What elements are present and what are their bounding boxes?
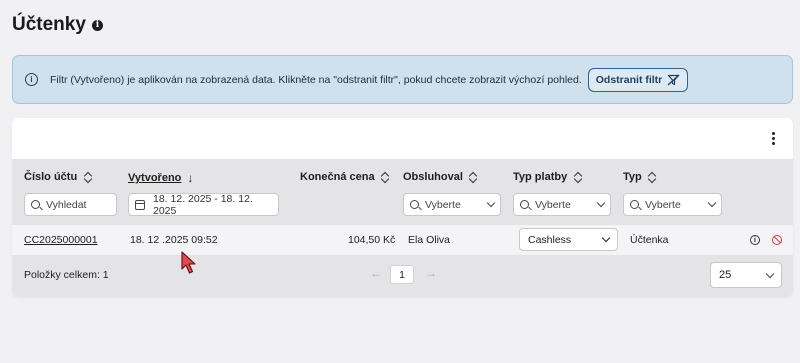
receipt-number-link[interactable]: CC2025000001 <box>24 234 98 246</box>
info-icon[interactable]: i <box>91 19 103 31</box>
column-type[interactable]: Typ <box>623 171 657 183</box>
final-price-cell: 104,50 Kč <box>348 234 396 246</box>
alert-text: Filtr (Vytvořeno) je aplikován na zobraz… <box>50 73 582 86</box>
created-cell: 18. 12 .2025 09:52 <box>130 234 218 246</box>
info-icon[interactable]: i <box>750 235 760 245</box>
chevron-down-icon <box>601 233 611 243</box>
search-icon <box>630 200 639 209</box>
sort-icon[interactable] <box>469 171 478 183</box>
receipt-search-input[interactable]: Vyhledat <box>24 193 117 216</box>
page-title: Účtenky <box>12 14 86 35</box>
table-row: CC2025000001 18. 12 .2025 09:52 104,50 K… <box>12 225 793 255</box>
column-final-price[interactable]: Konečná cena <box>300 171 390 183</box>
remove-filter-button[interactable]: Odstranit filtr <box>587 67 689 92</box>
calendar-icon <box>135 199 145 210</box>
remove-filter-label: Odstranit filtr <box>595 73 663 86</box>
page-size-select[interactable]: 25 <box>710 262 782 288</box>
more-vertical-icon[interactable] <box>772 132 775 145</box>
filter-off-icon <box>667 74 680 85</box>
sort-icon[interactable] <box>648 171 657 183</box>
sort-icon[interactable] <box>573 171 582 183</box>
chevron-down-icon <box>486 198 496 208</box>
receipts-card: Číslo účtu Vytvořeno ↓ Konečná cena Obsl… <box>12 118 793 297</box>
table-footer: Položky celkem: 1 ← 1 → 25 <box>12 255 793 297</box>
payment-type-select[interactable]: Vyberte <box>513 193 611 216</box>
sort-icon[interactable] <box>381 171 390 183</box>
served-by-select[interactable]: Vyberte <box>403 193 501 216</box>
chevron-down-icon <box>596 198 606 208</box>
total-items-label: Položky celkem: 1 <box>24 269 109 281</box>
block-icon[interactable] <box>772 235 782 245</box>
search-icon <box>520 200 529 209</box>
mouse-cursor-icon <box>181 251 196 274</box>
arrow-left-icon[interactable]: ← <box>370 266 382 280</box>
search-icon <box>410 200 419 209</box>
date-range-picker[interactable]: 18. 12. 2025 - 18. 12. 2025 <box>128 193 279 217</box>
type-select[interactable]: Vyberte <box>623 193 722 216</box>
page-button-current[interactable]: 1 <box>390 265 414 284</box>
column-receipt-number[interactable]: Číslo účtu <box>24 171 92 183</box>
chevron-down-icon <box>765 269 775 278</box>
column-payment-type[interactable]: Typ platby <box>513 171 582 183</box>
served-by-cell: Ela Oliva <box>408 234 451 246</box>
sort-icon[interactable] <box>83 171 92 183</box>
page-header: Účtenky i <box>12 14 103 36</box>
arrow-down-icon[interactable]: ↓ <box>187 171 193 185</box>
chevron-down-icon <box>707 198 717 208</box>
search-icon <box>31 200 40 209</box>
column-served-by[interactable]: Obsluhoval <box>403 171 478 183</box>
type-cell: Účtenka <box>630 234 669 246</box>
arrow-right-icon[interactable]: → <box>425 266 437 280</box>
filter-alert: i Filtr (Vytvořeno) je aplikován na zobr… <box>12 55 793 104</box>
column-created[interactable]: Vytvořeno ↓ <box>128 171 193 185</box>
info-icon: i <box>25 73 38 86</box>
payment-type-row-select[interactable]: Cashless <box>519 228 618 251</box>
